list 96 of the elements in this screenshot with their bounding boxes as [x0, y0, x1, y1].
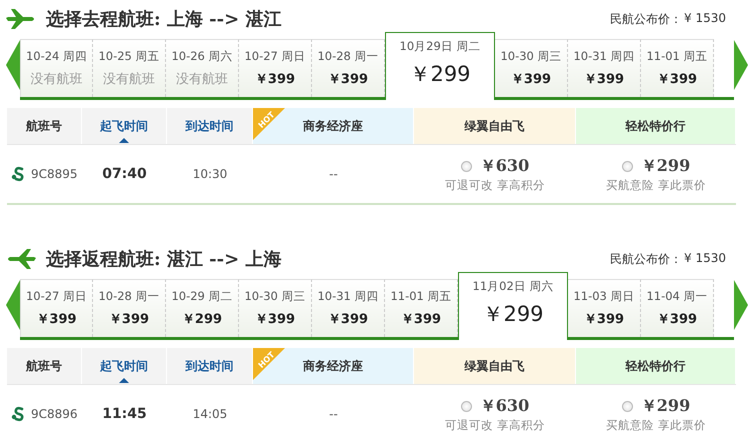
tab-date: 11-03 周日: [573, 289, 635, 304]
tab-price: ￥399: [656, 71, 698, 88]
published-price: ¥ 1530: [684, 10, 726, 26]
tab-date: 10-31 周四: [317, 289, 379, 304]
flight-number: 9C8896: [31, 407, 78, 421]
date-tab[interactable]: 10-31 周四 ￥399: [568, 39, 641, 97]
date-tab[interactable]: 11月02日 周六 ￥299: [458, 272, 568, 340]
tab-date: 10-31 周四: [573, 49, 635, 64]
arrival-time: 10:30: [192, 167, 228, 181]
tab-date: 10月29日 周二: [400, 39, 480, 54]
tab-date: 10-29 周二: [171, 289, 233, 304]
previous-arrow-icon[interactable]: [6, 280, 20, 330]
date-tab[interactable]: 10-28 周一 ￥399: [312, 39, 385, 97]
date-tab[interactable]: 11-01 周五 ￥399: [385, 279, 458, 337]
tab-price: ￥399: [400, 311, 442, 328]
fare-note: 买航意险 享此票价: [606, 418, 706, 432]
tab-date: 10-27 周日: [26, 289, 88, 304]
fare-price: ￥299: [640, 396, 690, 416]
date-tab[interactable]: 10-29 周二 ￥299: [166, 279, 239, 337]
arrival-time: 14:05: [192, 407, 228, 421]
previous-arrow-icon[interactable]: [6, 40, 20, 90]
tab-date: 10-26 周六: [171, 49, 233, 64]
tab-date: 10-27 周日: [244, 49, 306, 64]
column-header[interactable]: 到达时间: [167, 348, 253, 384]
published-price: ¥ 1530: [684, 250, 726, 266]
departure-time: 11:45: [102, 406, 147, 422]
date-tab[interactable]: 10-30 周三 ￥399: [495, 39, 568, 97]
tab-date: 10-28 周一: [98, 289, 160, 304]
date-tab[interactable]: 11-01 周五 ￥399: [641, 39, 714, 97]
tab-price: 没有航班: [30, 71, 82, 88]
tab-price: ￥399: [108, 311, 150, 328]
section-title: 选择去程航班: 上海 --> 湛江: [46, 8, 282, 31]
column-header[interactable]: 起飞时间: [82, 348, 167, 384]
date-tab[interactable]: 10-28 周一 ￥399: [93, 279, 166, 337]
tab-price: ￥399: [510, 71, 552, 88]
tab-date: 11-04 周一: [646, 289, 708, 304]
fare-price: ￥299: [640, 156, 690, 176]
fare-price: ￥630: [480, 396, 530, 416]
column-header[interactable]: 起飞时间: [82, 108, 167, 144]
tab-price: ￥299: [482, 301, 544, 328]
date-tab[interactable]: 11-03 周日 ￥399: [568, 279, 641, 337]
date-tab[interactable]: 10-24 周四 没有航班: [20, 39, 93, 97]
tab-price: ￥399: [656, 311, 698, 328]
column-header: 航班号: [7, 108, 82, 144]
tab-price: ￥299: [182, 311, 222, 328]
fare-cell: --: [329, 407, 338, 421]
fare-radio[interactable]: [460, 400, 472, 412]
tab-price: ￥399: [254, 311, 296, 328]
column-header: 轻松特价行: [576, 348, 736, 384]
section-title: 选择返程航班: 湛江 --> 上海: [46, 248, 282, 271]
tab-price: ￥399: [584, 71, 624, 88]
date-tab[interactable]: 10-27 周日 ￥399: [239, 39, 312, 97]
fare-radio[interactable]: [622, 400, 633, 412]
tab-price: ￥299: [409, 61, 471, 88]
date-tab[interactable]: 10-30 周三 ￥399: [239, 279, 312, 337]
tab-price: ￥399: [584, 311, 624, 328]
fare-cell: --: [329, 167, 338, 181]
tab-price: 没有航班: [176, 71, 228, 88]
tab-date: 11月02日 周六: [472, 279, 554, 294]
tab-date: 10-28 周一: [317, 49, 379, 64]
fare-price: ￥630: [480, 156, 530, 176]
sort-caret-icon: [119, 378, 129, 383]
tab-date: 10-25 周五: [98, 49, 160, 64]
published-price-label: 民航公布价：: [610, 250, 682, 268]
date-tab[interactable]: 11-04 周一 ￥399: [641, 279, 714, 337]
tab-price: ￥399: [36, 311, 77, 328]
tab-date: 10-24 周四: [26, 49, 88, 64]
column-header: 绿翼自由飞: [414, 348, 576, 384]
next-arrow-icon[interactable]: [734, 280, 748, 330]
sort-caret-icon: [119, 138, 129, 143]
next-arrow-icon[interactable]: [734, 40, 748, 90]
column-header: 航班号: [7, 348, 82, 384]
date-tab[interactable]: 10-25 周五 没有航班: [93, 39, 166, 97]
published-price-label: 民航公布价：: [610, 10, 682, 28]
tab-price: 没有航班: [103, 71, 155, 88]
tab-date: 10-30 周三: [244, 289, 306, 304]
fare-note: 可退可改 享高积分: [445, 418, 545, 432]
flight-number: 9C8895: [31, 167, 78, 181]
fare-radio[interactable]: [460, 160, 472, 172]
date-tab[interactable]: 10月29日 周二 ￥299: [385, 32, 495, 100]
tab-date: 10-30 周三: [500, 49, 562, 64]
tab-price: ￥399: [254, 71, 296, 88]
date-tab[interactable]: 10-26 周六 没有航班: [166, 39, 239, 97]
tab-date: 11-01 周五: [390, 289, 452, 304]
column-header[interactable]: 到达时间: [167, 108, 253, 144]
column-header: 绿翼自由飞: [414, 108, 576, 144]
tab-price: ￥399: [328, 71, 368, 88]
date-tab[interactable]: 10-31 周四 ￥399: [312, 279, 385, 337]
tab-date: 11-01 周五: [646, 49, 708, 64]
departure-time: 07:40: [102, 166, 147, 182]
fare-note: 可退可改 享高积分: [445, 178, 545, 192]
fare-radio[interactable]: [622, 160, 633, 172]
fare-note: 买航意险 享此票价: [606, 178, 706, 192]
tab-price: ￥399: [328, 311, 368, 328]
column-header: 轻松特价行: [576, 108, 736, 144]
date-tab[interactable]: 10-27 周日 ￥399: [20, 279, 93, 337]
